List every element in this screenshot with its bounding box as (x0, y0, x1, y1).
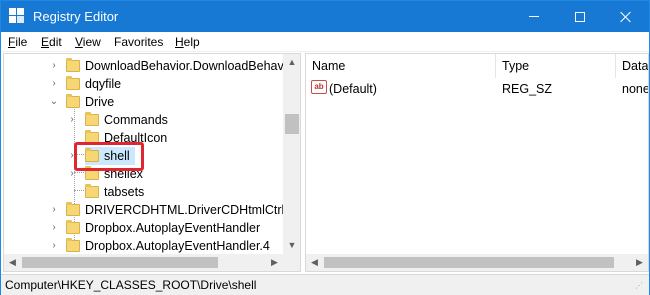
chevron-right-icon[interactable]: › (49, 79, 59, 89)
close-button[interactable] (603, 1, 649, 32)
tree-item-label: Dropbox.AutoplayEventHandler.4 (85, 239, 270, 253)
tree-vertical-scrollbar[interactable]: ▲ ▼ (283, 54, 300, 254)
scroll-thumb[interactable] (324, 257, 614, 268)
folder-icon (66, 58, 80, 72)
menu-edit-rest: dit (49, 35, 62, 49)
folder-icon (66, 76, 80, 90)
tree-item-label: Commands (104, 113, 168, 127)
tree-item-label: DownloadBehavior.DownloadBehavio (85, 59, 294, 73)
value-data-cell: none (622, 82, 649, 96)
menu-favorites[interactable]: Favorites (114, 35, 163, 49)
scroll-thumb[interactable] (22, 257, 218, 268)
scroll-thumb[interactable] (285, 114, 299, 134)
folder-icon (66, 238, 80, 252)
menu-edit[interactable]: Edit (41, 35, 62, 49)
scroll-left-icon[interactable]: ◀ (4, 254, 21, 271)
menu-view-accel: V (75, 35, 83, 49)
menu-favorites-prefix: Fa (114, 35, 129, 49)
column-header-name[interactable]: Name (306, 54, 496, 78)
scroll-left-icon[interactable]: ◀ (306, 254, 323, 271)
menu-help[interactable]: Help (175, 35, 200, 49)
chevron-right-icon[interactable]: › (67, 115, 77, 125)
tree-item[interactable]: › DownloadBehavior.DownloadBehavio (4, 57, 293, 75)
registry-tree-pane[interactable]: › DownloadBehavior.DownloadBehavio › dqy… (3, 53, 301, 272)
registry-editor-window: Registry Editor File Edit View Favorites… (0, 0, 650, 295)
maximize-icon (575, 11, 585, 22)
menu-view-rest: iew (82, 35, 101, 49)
chevron-right-icon[interactable]: › (49, 223, 59, 233)
value-name-cell[interactable]: (Default) (329, 80, 377, 98)
tree-item-label: DRIVERCDHTML.DriverCDHtmlCtrl.1 (85, 203, 295, 217)
highlight-annotation (74, 142, 144, 171)
tree-item[interactable]: › Commands (4, 111, 283, 129)
scroll-right-icon[interactable]: ▶ (266, 254, 283, 271)
tree-item[interactable]: › Dropbox.AutoplayEventHandler.4 (4, 237, 283, 255)
chevron-right-icon[interactable]: › (49, 61, 59, 71)
menu-bar: File Edit View Favorites Help (1, 32, 649, 52)
chevron-right-icon[interactable]: › (49, 205, 59, 215)
menu-favorites-suffix: vorites (128, 35, 164, 49)
status-bar: Computer\HKEY_CLASSES_ROOT\Drive\shell ⋰ (1, 274, 649, 295)
key-path: Computer\HKEY_CLASSES_ROOT\Drive\shell (5, 278, 257, 292)
maximize-button[interactable] (557, 1, 603, 32)
tree-item[interactable]: › dqyfile (4, 75, 283, 93)
tree-item-label: dqyfile (85, 77, 122, 91)
chevron-right-icon[interactable]: › (49, 241, 59, 251)
minimize-button[interactable] (511, 1, 557, 32)
tree-horizontal-scrollbar[interactable]: ◀ ▶ (4, 254, 300, 271)
menu-help-rest: elp (183, 35, 200, 49)
column-header-type[interactable]: Type (496, 54, 616, 78)
chevron-down-icon[interactable]: ⌄ (49, 97, 59, 107)
tree-item[interactable]: tabsets (4, 183, 283, 201)
scroll-down-icon[interactable]: ▼ (283, 237, 300, 254)
folder-icon (66, 220, 80, 234)
values-horizontal-scrollbar[interactable]: ◀ ▶ (306, 254, 648, 271)
tree-item[interactable]: › DRIVERCDHTML.DriverCDHtmlCtrl.1 (4, 201, 295, 219)
close-icon (620, 11, 632, 23)
window-title: Registry Editor (33, 9, 119, 24)
tree-item-label: Drive (85, 95, 115, 109)
folder-icon (85, 112, 99, 126)
menu-help-accel: H (175, 35, 184, 49)
column-header-data[interactable]: Data (616, 54, 648, 78)
menu-file[interactable]: File (8, 35, 27, 49)
value-type-cell: REG_SZ (502, 82, 553, 96)
tree-item-label: Dropbox.AutoplayEventHandler (85, 221, 261, 235)
menu-file-rest: ile (15, 35, 28, 49)
scroll-right-icon[interactable]: ▶ (631, 254, 648, 271)
tree-item[interactable]: › Dropbox.AutoplayEventHandler (4, 219, 283, 237)
minimize-icon (529, 16, 539, 17)
folder-icon (66, 202, 80, 216)
folder-icon (85, 184, 99, 198)
string-value-icon: ab (311, 80, 327, 94)
title-bar[interactable]: Registry Editor (1, 1, 649, 32)
menu-edit-accel: E (41, 35, 50, 49)
tree-item-label: tabsets (104, 185, 145, 199)
folder-icon (66, 94, 80, 108)
registry-editor-icon (9, 8, 25, 24)
registry-values-pane[interactable]: Name Type Data ab (Default) REG_SZ none … (305, 53, 649, 272)
resize-grip-icon[interactable]: ⋰ (635, 282, 645, 293)
scroll-up-icon[interactable]: ▲ (283, 54, 300, 71)
tree-item[interactable]: ⌄ Drive (4, 93, 283, 111)
menu-view[interactable]: View (75, 35, 101, 49)
scrollbar-corner (283, 254, 300, 271)
